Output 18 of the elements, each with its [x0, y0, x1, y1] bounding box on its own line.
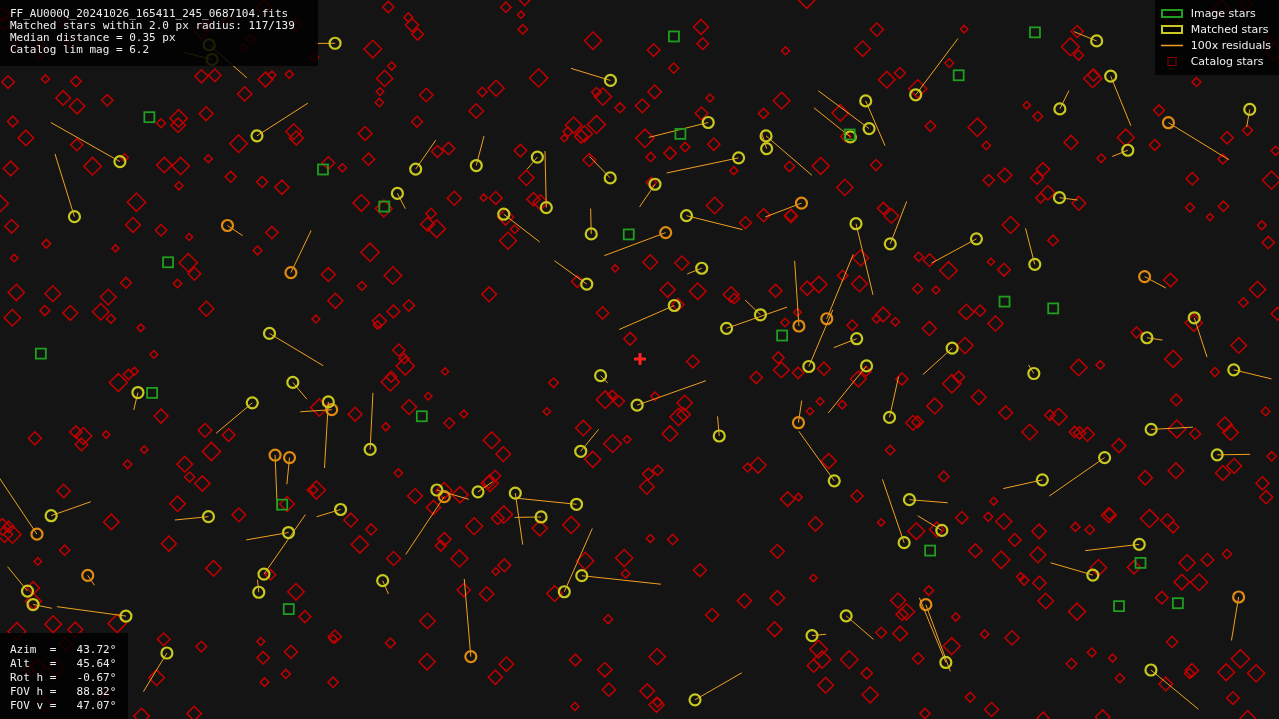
legend-label: Matched stars [1190, 23, 1269, 36]
legend-label: 100x residuals [1190, 39, 1271, 52]
pointing-value: 88.82° [75, 685, 117, 699]
legend-label: Catalog stars [1190, 55, 1264, 68]
pointing-value: 43.72° [75, 643, 117, 657]
pointing-value: -0.67° [75, 671, 117, 685]
info-text: Matched stars within 2.0 px radius: 117/139 [10, 20, 296, 32]
info-text: Catalog lim mag = 6.2 [10, 44, 151, 56]
pointing-label: Alt = [10, 657, 57, 671]
pointing-value: 47.07° [75, 699, 117, 713]
pointing-label: FOV v = [10, 699, 57, 713]
pointing-label: FOV h = [10, 685, 57, 699]
legend-label: Image stars [1190, 7, 1256, 20]
pointing-label: Azim = [10, 643, 57, 657]
info-text: FF_AU000Q_20241026_165411_245_0687104.fits [10, 8, 290, 20]
info-text: Median distance = 0.35 px [10, 32, 177, 44]
pointing-value: 45.64° [75, 657, 117, 671]
pointing-label: Rot h = [10, 671, 57, 685]
